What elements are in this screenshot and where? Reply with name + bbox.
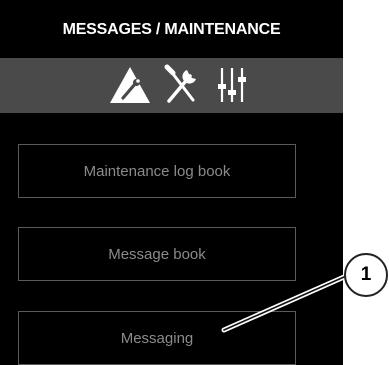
stage: MESSAGES / MAINTENANCE Maintenance log b… bbox=[0, 0, 389, 365]
warning-wrench-icon[interactable] bbox=[108, 64, 152, 106]
icon-bar bbox=[0, 58, 343, 113]
message-book-button[interactable]: Message book bbox=[18, 227, 296, 281]
tools-icon[interactable] bbox=[160, 64, 204, 106]
callout-number-badge: 1 bbox=[344, 253, 388, 297]
maintenance-log-book-button[interactable]: Maintenance log book bbox=[18, 144, 296, 198]
sliders-icon[interactable] bbox=[210, 64, 254, 106]
messaging-button[interactable]: Messaging bbox=[18, 311, 296, 365]
panel-title: MESSAGES / MAINTENANCE bbox=[62, 21, 281, 38]
messages-maintenance-panel: MESSAGES / MAINTENANCE Maintenance log b… bbox=[0, 0, 343, 365]
